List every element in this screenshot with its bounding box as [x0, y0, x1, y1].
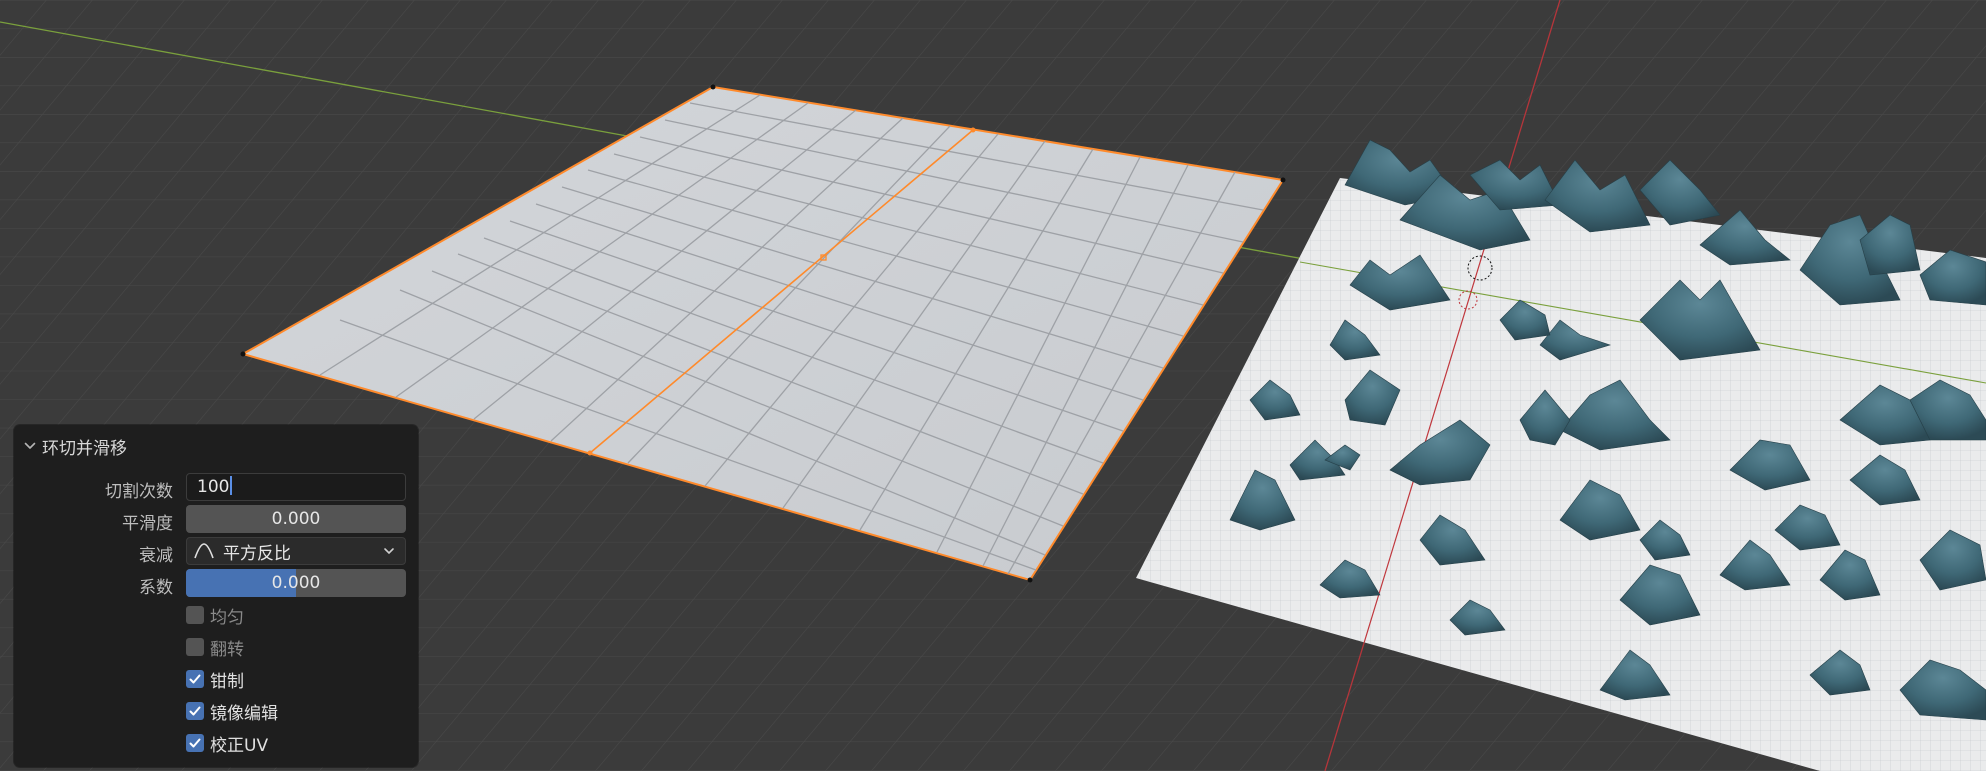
cuts-input[interactable]: 100 — [186, 473, 406, 501]
checkbox[interactable] — [186, 734, 204, 752]
check-icon — [189, 738, 201, 748]
check-icon — [189, 706, 201, 716]
chevron-down-icon — [384, 548, 394, 555]
operator-redo-panel[interactable]: 环切并滑移 切割次数 100 平滑度 0.000 衰减 平方反比 系数 0.00… — [14, 425, 418, 767]
smoothness-row: 平滑度 0.000 — [14, 505, 418, 534]
falloff-value: 平方反比 — [223, 543, 291, 564]
factor-label: 系数 — [139, 578, 173, 598]
option-label: 均匀 — [210, 607, 244, 628]
falloff-dropdown[interactable]: 平方反比 — [186, 537, 406, 565]
falloff-row: 衰减 平方反比 — [14, 537, 418, 566]
checkbox[interactable] — [186, 702, 204, 720]
text-cursor — [230, 476, 233, 495]
cuts-row: 切割次数 100 — [14, 473, 418, 502]
option-label: 校正UV — [210, 735, 269, 756]
option-label: 翻转 — [210, 639, 244, 660]
panel-title: 环切并滑移 — [42, 438, 127, 459]
factor-row: 系数 0.000 — [14, 569, 418, 598]
cuts-label: 切割次数 — [105, 482, 173, 502]
falloff-curve-icon — [194, 543, 214, 559]
smoothness-label: 平滑度 — [122, 514, 173, 534]
factor-slider[interactable]: 0.000 — [186, 569, 406, 597]
checkbox[interactable] — [186, 606, 204, 624]
factor-value: 0.000 — [271, 573, 321, 593]
falloff-label: 衰减 — [139, 546, 173, 566]
checkbox[interactable] — [186, 638, 204, 656]
option-row[interactable]: 镜像编辑 — [186, 699, 278, 724]
chevron-down-icon — [24, 442, 36, 449]
option-label: 钳制 — [210, 671, 244, 692]
check-icon — [189, 674, 201, 684]
checkbox[interactable] — [186, 670, 204, 688]
panel-collapse-toggle[interactable]: 环切并滑移 — [24, 433, 127, 459]
option-row[interactable]: 均匀 — [186, 603, 244, 628]
cuts-value: 100 — [197, 477, 230, 497]
option-row[interactable]: 校正UV — [186, 731, 269, 756]
smoothness-field[interactable]: 0.000 — [186, 505, 406, 533]
option-label: 镜像编辑 — [210, 703, 278, 724]
option-row[interactable]: 翻转 — [186, 635, 244, 660]
option-row[interactable]: 钳制 — [186, 667, 244, 692]
